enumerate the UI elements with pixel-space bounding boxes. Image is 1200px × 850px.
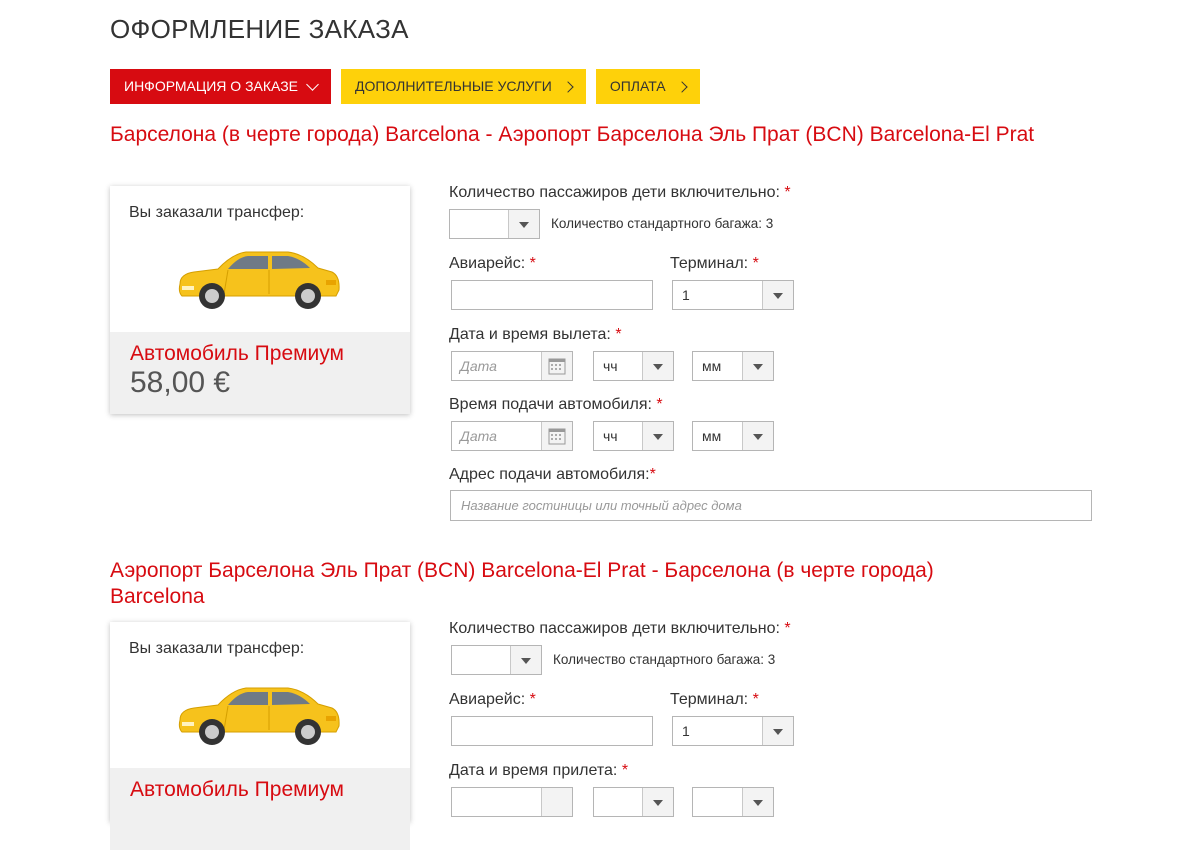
passengers-label: Количество пассажиров дети включительно:…: [449, 184, 791, 202]
transfer-card-1: Вы заказали трансфер: Автомобиль Премиум…: [110, 186, 410, 414]
address-input[interactable]: Название гостиницы или точный адрес дома: [450, 490, 1092, 521]
step-payment[interactable]: ОПЛАТА: [595, 69, 700, 104]
date-placeholder: Дата: [460, 358, 497, 374]
dropdown-arrow-icon: [510, 646, 541, 674]
address-label: Адрес подачи автомобиля:*: [449, 466, 656, 484]
terminal-select[interactable]: 1: [672, 280, 794, 310]
dropdown-arrow-icon: [742, 352, 773, 380]
chevron-down-icon: [306, 77, 319, 91]
departure-date-input[interactable]: Дата: [451, 351, 573, 381]
arrival-hour-select[interactable]: [593, 787, 674, 817]
minute-value: мм: [702, 428, 722, 444]
car-class-name: Автомобиль Премиум: [130, 342, 344, 365]
terminal-label-text: Терминал:: [670, 691, 749, 708]
departure-datetime-label: Дата и время вылета: *: [449, 326, 622, 344]
arrival-date-input[interactable]: [451, 787, 573, 817]
required-mark: *: [784, 620, 791, 637]
terminal-label: Терминал: *: [670, 255, 759, 273]
dropdown-arrow-icon: [642, 422, 673, 450]
luggage-note: Количество стандартного багажа: 3: [551, 216, 774, 231]
card-label: Вы заказали трансфер:: [129, 204, 305, 221]
chevron-right-icon: [562, 80, 574, 93]
passengers-label: Количество пассажиров дети включительно:…: [449, 620, 791, 638]
pickup-time-label-text: Время подачи автомобиля:: [449, 396, 652, 413]
date-placeholder: Дата: [460, 428, 497, 444]
flight-label-text: Авиарейс:: [449, 255, 526, 272]
calendar-icon[interactable]: [541, 422, 572, 450]
address-placeholder: Название гостиницы или точный адрес дома: [461, 498, 742, 513]
chevron-right-icon: [675, 80, 688, 93]
terminal-select[interactable]: 1: [672, 716, 794, 746]
page-title: ОФОРМЛЕНИЕ ЗАКАЗА: [110, 14, 409, 44]
terminal-value: 1: [682, 723, 690, 739]
terminal-label: Терминал: *: [670, 691, 759, 709]
required-mark: *: [656, 396, 663, 413]
card-label: Вы заказали трансфер:: [129, 640, 305, 657]
required-mark: *: [529, 255, 536, 272]
arrival-datetime-label: Дата и время прилета: *: [449, 762, 628, 780]
flight-input[interactable]: [451, 716, 653, 746]
terminal-label-text: Терминал:: [670, 255, 749, 272]
departure-datetime-label-text: Дата и время вылета:: [449, 326, 611, 343]
required-mark: *: [529, 691, 536, 708]
pickup-minute-select[interactable]: мм: [692, 421, 774, 451]
pickup-time-label: Время подачи автомобиля: *: [449, 396, 663, 414]
passengers-label-text: Количество пассажиров дети включительно:: [449, 620, 780, 637]
dropdown-arrow-icon: [642, 352, 673, 380]
car-icon: [178, 251, 340, 309]
required-mark: *: [784, 184, 791, 201]
passengers-label-text: Количество пассажиров дети включительно:: [449, 184, 780, 201]
flight-label: Авиарейс: *: [449, 255, 536, 273]
step-order-info[interactable]: ИНФОРМАЦИЯ О ЗАКАЗЕ: [110, 69, 332, 104]
flight-label-text: Авиарейс:: [449, 691, 526, 708]
required-mark: *: [752, 255, 759, 272]
checkout-steps: ИНФОРМАЦИЯ О ЗАКАЗЕ ДОПОЛНИТЕЛЬНЫЕ УСЛУГ…: [110, 69, 710, 104]
arrival-datetime-label-text: Дата и время прилета:: [449, 762, 618, 779]
required-mark: *: [649, 466, 656, 483]
hour-value: чч: [603, 428, 618, 444]
minute-value: мм: [702, 358, 722, 374]
car-icon: [178, 687, 340, 745]
price: 58,00 €: [130, 366, 231, 399]
step-order-info-label: ИНФОРМАЦИЯ О ЗАКАЗЕ: [124, 78, 299, 94]
address-label-text: Адрес подачи автомобиля:: [449, 466, 650, 483]
passengers-select[interactable]: [451, 645, 542, 675]
required-mark: *: [621, 762, 629, 779]
transfer-card-2: Вы заказали трансфер: Автомобиль Премиум: [110, 622, 410, 850]
car-class-name: Автомобиль Премиум: [130, 778, 344, 801]
step-extra-services-label: ДОПОЛНИТЕЛЬНЫЕ УСЛУГИ: [355, 78, 552, 94]
flight-label: Авиарейс: *: [449, 691, 536, 709]
required-mark: *: [752, 691, 759, 708]
required-mark: *: [615, 326, 622, 343]
passengers-select[interactable]: [449, 209, 540, 239]
dropdown-arrow-icon: [642, 788, 673, 816]
terminal-value: 1: [682, 287, 690, 303]
luggage-note: Количество стандартного багажа: 3: [553, 652, 776, 667]
arrival-minute-select[interactable]: [692, 787, 774, 817]
step-extra-services[interactable]: ДОПОЛНИТЕЛЬНЫЕ УСЛУГИ: [341, 69, 586, 104]
departure-minute-select[interactable]: мм: [692, 351, 774, 381]
calendar-icon[interactable]: [541, 788, 572, 816]
pickup-hour-select[interactable]: чч: [593, 421, 674, 451]
dropdown-arrow-icon: [508, 210, 539, 238]
dropdown-arrow-icon: [742, 788, 773, 816]
flight-input[interactable]: [451, 280, 653, 310]
dropdown-arrow-icon: [762, 281, 793, 309]
pickup-date-input[interactable]: Дата: [451, 421, 573, 451]
dropdown-arrow-icon: [742, 422, 773, 450]
departure-hour-select[interactable]: чч: [593, 351, 674, 381]
route-title-2: Аэропорт Барселона Эль Прат (BCN) Barcel…: [110, 559, 934, 608]
hour-value: чч: [603, 358, 618, 374]
step-payment-label: ОПЛАТА: [609, 78, 666, 94]
calendar-icon[interactable]: [541, 352, 572, 380]
dropdown-arrow-icon: [762, 717, 793, 745]
route-title-1: Барселона (в черте города) Barcelona - А…: [110, 123, 1035, 146]
